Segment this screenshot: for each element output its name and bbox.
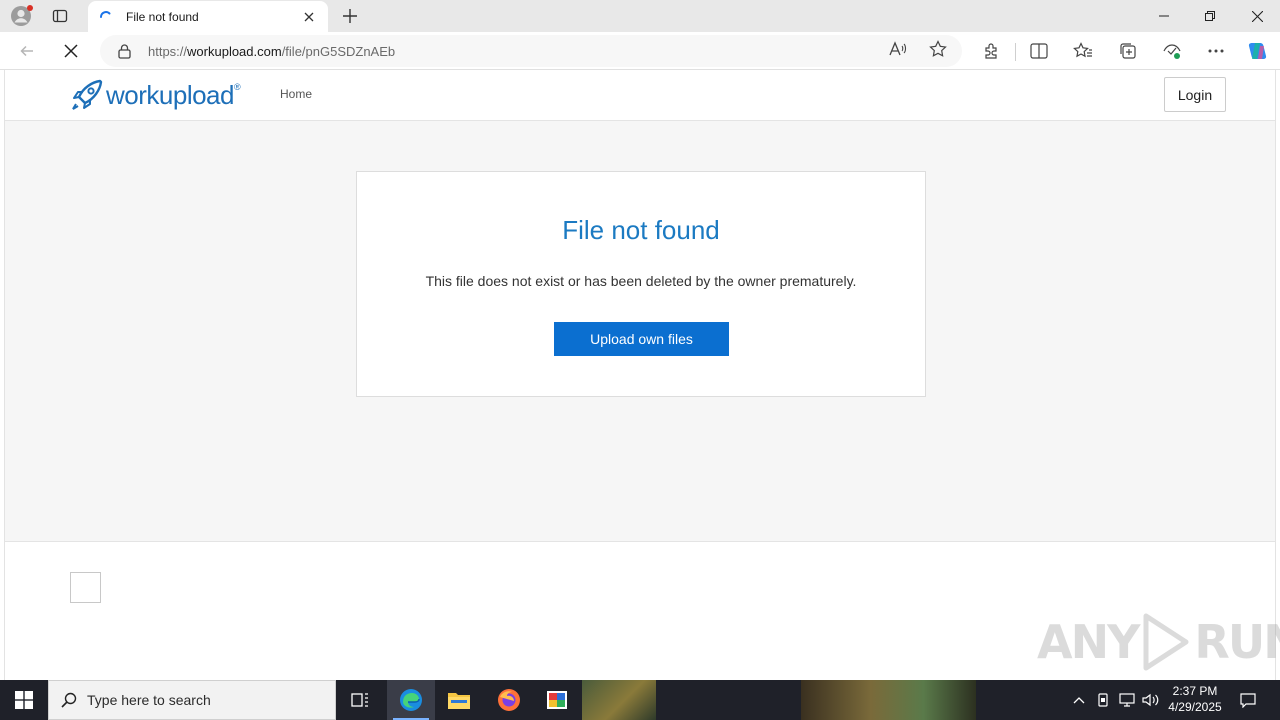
taskbar-app-generic[interactable]: [533, 680, 581, 720]
error-title: File not found: [562, 215, 720, 245]
url-text[interactable]: https://workupload.com/file/pnG5SDZnAEb: [148, 44, 395, 59]
play-triangle-icon: [1143, 613, 1189, 671]
browser-essentials-icon[interactable]: [1161, 40, 1183, 62]
nav-link-home[interactable]: Home: [280, 87, 312, 101]
stop-icon: [64, 44, 78, 58]
watermark-text-right: RUN: [1194, 615, 1280, 669]
colorful-app-icon: [547, 691, 567, 709]
notification-dot: [27, 5, 33, 11]
taskbar-thumbnail-1[interactable]: [582, 680, 656, 720]
address-bar[interactable]: https://workupload.com/file/pnG5SDZnAEb: [100, 35, 962, 67]
folder-icon: [448, 693, 470, 709]
minimize-button[interactable]: [1141, 0, 1187, 32]
tab-file-not-found[interactable]: File not found: [88, 1, 328, 32]
login-button[interactable]: Login: [1164, 77, 1226, 112]
browser-toolbar: https://workupload.com/file/pnG5SDZnAEb: [0, 32, 1280, 70]
logo-wordmark: workupload: [106, 79, 234, 110]
favorites-icon[interactable]: [1072, 40, 1094, 62]
new-tab-button[interactable]: [338, 4, 362, 28]
start-button[interactable]: [0, 680, 48, 720]
site-header: workupload ® Home Login: [5, 70, 1275, 121]
edge-browser-icon: [400, 689, 422, 711]
restore-icon: [1205, 11, 1215, 21]
plus-icon: [343, 9, 357, 23]
taskbar-clock[interactable]: 2:37 PM 4/29/2025: [1160, 683, 1230, 715]
tab-title: File not found: [126, 9, 199, 24]
split-screen-icon[interactable]: [1028, 40, 1050, 62]
collections-icon[interactable]: [1117, 40, 1139, 62]
task-view-icon: [351, 693, 368, 707]
error-card: File not found This file does not exist …: [356, 171, 926, 397]
error-message: This file does not exist or has been del…: [425, 273, 857, 289]
anyrun-watermark: ANY RUN: [1037, 612, 1280, 672]
search-icon: [61, 692, 77, 708]
upload-own-files-button[interactable]: Upload own files: [554, 322, 729, 356]
show-hidden-icons-button[interactable]: [1068, 680, 1090, 720]
tab-actions-button[interactable]: [46, 4, 74, 28]
close-icon: [1251, 10, 1263, 22]
profile-button[interactable]: [8, 3, 34, 29]
notification-icon: [1240, 693, 1256, 708]
clock-time: 2:37 PM: [1172, 684, 1218, 698]
copilot-icon[interactable]: [1246, 40, 1268, 62]
firefox-icon: [498, 689, 520, 711]
clock-date: 4/29/2025: [1168, 700, 1222, 714]
browser-tabstrip: File not found: [0, 0, 1280, 32]
network-icon[interactable]: [1116, 680, 1138, 720]
site-footer: ANY RUN: [5, 541, 1280, 680]
more-options-icon[interactable]: [1205, 40, 1227, 62]
favorite-star-icon[interactable]: [929, 40, 947, 58]
windows-logo-icon: [15, 691, 33, 709]
stop-loading-button[interactable]: [56, 36, 86, 66]
loading-spinner-icon: [100, 10, 111, 18]
taskbar-edge-app[interactable]: [387, 680, 435, 720]
tab-actions-icon: [52, 9, 68, 23]
taskbar-file-explorer[interactable]: [435, 680, 483, 720]
minimize-icon: [1159, 15, 1169, 17]
tray-device-icon[interactable]: [1093, 680, 1113, 720]
volume-icon[interactable]: [1140, 680, 1162, 720]
task-view-button[interactable]: [336, 680, 384, 720]
watermark-text-left: ANY: [1037, 615, 1140, 669]
logo-registered-mark: ®: [233, 82, 241, 92]
notifications-button[interactable]: [1230, 680, 1266, 720]
search-placeholder: Type here to search: [87, 692, 211, 708]
extensions-icon[interactable]: [980, 40, 1002, 62]
lock-icon[interactable]: [116, 43, 132, 59]
back-arrow-icon: [20, 45, 33, 57]
tab-close-icon[interactable]: [300, 8, 318, 26]
read-aloud-icon[interactable]: [889, 40, 907, 58]
toolbar-divider: [1015, 43, 1016, 61]
taskbar-firefox[interactable]: [485, 680, 533, 720]
rocket-logo-icon: [72, 79, 103, 110]
back-button[interactable]: [12, 36, 42, 66]
taskbar-search-box[interactable]: Type here to search: [48, 680, 336, 720]
footer-placeholder-box: [70, 572, 101, 603]
page-viewport: workupload ® Home Login File not found T…: [4, 70, 1280, 680]
windows-taskbar: Type here to search 2:37 PM 4/29/2025: [0, 680, 1280, 720]
chevron-up-icon: [1073, 697, 1085, 704]
taskbar-thumbnail-2[interactable]: [801, 680, 976, 720]
site-logo[interactable]: workupload ®: [70, 78, 241, 112]
restore-button[interactable]: [1187, 0, 1233, 32]
close-window-button[interactable]: [1234, 0, 1280, 32]
